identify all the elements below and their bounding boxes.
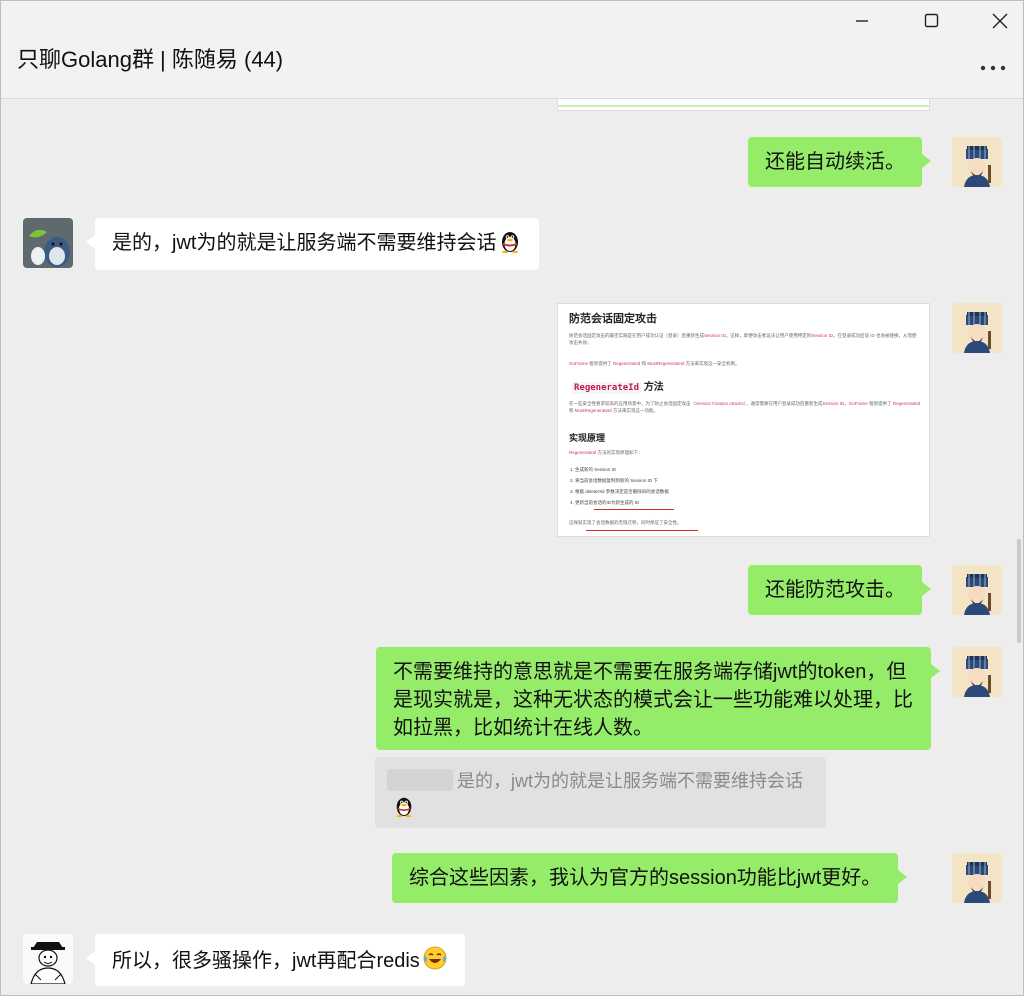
message-bubble[interactable]: 还能防范攻击。 bbox=[748, 565, 931, 615]
message-bubble[interactable]: 还能自动续活。 bbox=[748, 137, 931, 187]
chat-title: 只聊Golang群 | 陈随易 (44) bbox=[17, 47, 284, 72]
quoted-text: 是的，jwt为的就是让服务端不需要维持会话 bbox=[457, 771, 803, 791]
message-text: 是的，jwt为的就是让服务端不需要维持会话 bbox=[112, 232, 497, 254]
qq-penguin-icon bbox=[393, 795, 415, 822]
avatar-self[interactable] bbox=[952, 647, 1002, 697]
message-bubble[interactable]: 所以，很多骚操作，jwt再配合redis bbox=[86, 934, 465, 986]
quoted-sender-blurred bbox=[387, 769, 453, 791]
image-paragraph: 防范会话固定攻击的最佳实践是在用户成功认证（登录）后重新生成Session ID… bbox=[569, 333, 917, 345]
message-bubble[interactable]: 是的，jwt为的就是让服务端不需要维持会话 bbox=[85, 218, 540, 270]
message-bubble[interactable]: 综合这些因素，我认为官方的session功能比jwt更好。 bbox=[392, 853, 908, 903]
message-text: 综合这些因素，我认为官方的session功能比jwt更好。 bbox=[409, 867, 882, 889]
laughing-tears-icon bbox=[422, 945, 448, 979]
image-paragraph: GoFrame 框架提供了 RegenerateId 和 MustRegener… bbox=[569, 361, 740, 366]
image-subheading: RegenerateId 方法 bbox=[572, 382, 664, 394]
image-message[interactable]: 防范会话固定攻击 防范会话固定攻击的最佳实践是在用户成功认证（登录）后重新生成S… bbox=[557, 303, 930, 537]
avatar-other[interactable] bbox=[23, 218, 73, 268]
red-underline bbox=[586, 530, 698, 531]
image-subheading: 实现原理 bbox=[569, 433, 606, 443]
maximize-icon[interactable] bbox=[914, 7, 950, 35]
image-footer: 这样就实现了会话数据的无缝迁移，同时保证了安全性。 bbox=[569, 520, 682, 525]
avatar-self[interactable] bbox=[952, 137, 1002, 187]
message-text: 不需要维持的意思就是不需要在服务端存储jwt的token，但是现实就是，这种无状… bbox=[393, 661, 913, 739]
red-underline bbox=[594, 509, 674, 510]
message-list[interactable]: 还能自动续活。 是的，jwt为的就是让服务端不需要维持会话 防范会话固定攻击 防… bbox=[1, 99, 1023, 995]
image-steps-list: 生成新的 Session ID 将当前会话数据复制到新的 Session ID … bbox=[566, 464, 669, 508]
image-paragraph: 在一些安全性要求较高的应用场景中，为了防止会话固定攻击（Session Fixa… bbox=[569, 401, 921, 413]
image-paragraph: RegenerateId 方法的实现原理如下： bbox=[569, 450, 643, 455]
scrollbar-thumb[interactable] bbox=[1017, 539, 1021, 643]
avatar-self[interactable] bbox=[952, 853, 1002, 903]
minimize-icon[interactable] bbox=[844, 7, 880, 35]
message-text: 还能防范攻击。 bbox=[765, 579, 905, 601]
previous-message-stub bbox=[557, 99, 930, 111]
chat-window: 只聊Golang群 | 陈随易 (44) 还能自动续活。 是的，jwt为的就是让… bbox=[0, 0, 1024, 996]
avatar-self[interactable] bbox=[952, 303, 1002, 353]
avatar-other[interactable] bbox=[23, 934, 73, 984]
quoted-message[interactable]: 是的，jwt为的就是让服务端不需要维持会话 bbox=[375, 757, 826, 828]
message-text: 还能自动续活。 bbox=[765, 151, 905, 173]
image-heading: 防范会话固定攻击 bbox=[569, 313, 657, 325]
avatar-self[interactable] bbox=[952, 565, 1002, 615]
message-bubble[interactable]: 不需要维持的意思就是不需要在服务端存储jwt的token，但是现实就是，这种无状… bbox=[376, 647, 940, 750]
close-icon[interactable] bbox=[982, 7, 1018, 35]
qq-penguin-icon bbox=[498, 229, 522, 261]
more-dots-icon[interactable] bbox=[977, 61, 1011, 75]
title-bar: 只聊Golang群 | 陈随易 (44) bbox=[1, 1, 1023, 99]
message-text: 所以，很多骚操作，jwt再配合redis bbox=[112, 950, 420, 972]
